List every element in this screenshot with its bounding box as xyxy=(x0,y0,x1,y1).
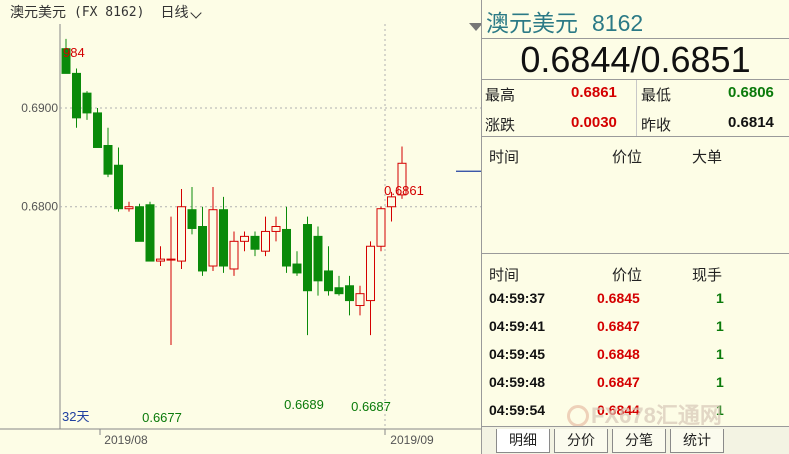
high-label: 最高 xyxy=(485,87,516,104)
x-tick-label: 2019/08 xyxy=(104,433,148,447)
tab-statistics[interactable]: 统计 xyxy=(670,429,724,453)
candle-body xyxy=(72,72,81,119)
chart-header: 澳元美元 (FX 8162) 日线 xyxy=(0,0,481,24)
quote-info-pane: 澳元美元 8162 0.6844/0.6851 最高 0.6861 最低 0.68… xyxy=(481,0,789,454)
candle-body xyxy=(376,208,386,247)
candle-body xyxy=(208,209,218,267)
candle-body xyxy=(387,196,396,208)
candle-body xyxy=(250,235,260,250)
y-tick-label: 0.6900 xyxy=(21,101,58,115)
candle-body xyxy=(156,258,165,262)
prev-close-label: 昨收 xyxy=(641,117,672,134)
low-annotation: 0.6687 xyxy=(351,399,391,414)
trade-time: 04:59:45 xyxy=(489,346,546,362)
high-value: 0.6861 xyxy=(571,84,617,101)
quote-name: 澳元美元 xyxy=(486,10,578,36)
section-divider xyxy=(482,253,789,254)
candle-body xyxy=(303,224,312,292)
trade-time: 04:59:37 xyxy=(489,290,546,306)
candle-body xyxy=(324,270,333,292)
candle-body xyxy=(261,230,270,252)
big-order-header-size: 大单 xyxy=(692,149,723,166)
chart-symbol-code: (FX 8162) xyxy=(74,4,145,20)
trade-time: 04:59:48 xyxy=(489,374,546,390)
tab-price-distribution[interactable]: 分价 xyxy=(554,429,608,453)
quote-title: 澳元美元 8162 xyxy=(486,4,643,38)
trade-header-volume: 现手 xyxy=(692,267,723,284)
big-order-header-time: 时间 xyxy=(489,149,520,166)
trade-row[interactable]: 04:59:45 0.6848 1 xyxy=(482,346,789,374)
candle-body xyxy=(240,235,249,242)
trade-header-price: 价位 xyxy=(612,267,643,284)
candle-body xyxy=(124,206,134,210)
trade-price: 0.6847 xyxy=(597,318,640,334)
candle-body xyxy=(229,240,239,270)
high-annotation: 984 xyxy=(63,45,85,60)
period-label: 日线 xyxy=(160,4,189,20)
candle-body xyxy=(166,258,176,261)
trade-row[interactable]: 04:59:37 0.6845 1 xyxy=(482,290,789,318)
tab-tick-trades[interactable]: 分笔 xyxy=(612,429,666,453)
candlestick-chart-pane[interactable]: 0.6900 0.6800 2019/08 2019/09 984 0.6677 0.668… xyxy=(0,0,483,454)
trade-volume: 1 xyxy=(716,318,724,334)
candle-body xyxy=(114,164,123,210)
chevron-down-icon xyxy=(190,7,203,19)
x-tick-label: 2019/09 xyxy=(390,433,434,447)
high-annotation: 0.6861 xyxy=(384,183,424,198)
trade-header-time: 时间 xyxy=(489,267,520,284)
tab-details[interactable]: 明细 xyxy=(496,429,550,453)
trade-volume: 1 xyxy=(716,402,724,418)
candle-body xyxy=(82,92,92,114)
candle-body xyxy=(271,226,281,232)
quote-code: 8162 xyxy=(592,10,644,36)
candle-body xyxy=(313,235,323,282)
bid-ask-price: 0.6844/0.6851 xyxy=(482,38,789,80)
forex-quote-window: 0.6900 0.6800 2019/08 2019/09 984 0.6677 0.668… xyxy=(0,0,789,454)
big-order-header-price: 价位 xyxy=(612,149,643,166)
period-selector[interactable]: 日线 xyxy=(160,2,203,22)
trade-time: 04:59:41 xyxy=(489,318,546,334)
low-label: 最低 xyxy=(641,87,672,104)
change-label: 涨跌 xyxy=(485,117,516,134)
days-count-label: 32天 xyxy=(62,409,89,424)
low-annotation: 0.6689 xyxy=(284,397,324,412)
detail-tab-bar: 明细 分价 分笔 统计 xyxy=(482,426,789,454)
candle-body xyxy=(282,228,291,267)
candle-body xyxy=(187,209,197,229)
low-value: 0.6806 xyxy=(728,84,774,101)
trade-volume: 1 xyxy=(716,374,724,390)
candle-body xyxy=(93,112,102,148)
stat-divider xyxy=(636,80,637,136)
trade-volume: 1 xyxy=(716,346,724,362)
trade-price: 0.6845 xyxy=(597,290,640,306)
trade-price: 0.6848 xyxy=(597,346,640,362)
trade-price: 0.6844 xyxy=(597,402,640,418)
trade-row[interactable]: 04:59:48 0.6847 1 xyxy=(482,374,789,402)
candle-body xyxy=(366,245,375,302)
low-annotation: 0.6677 xyxy=(142,410,182,425)
candle-body xyxy=(345,285,354,302)
y-tick-label: 0.6800 xyxy=(21,200,58,214)
candle-body xyxy=(135,206,144,242)
candle-body xyxy=(355,293,365,307)
candle-body xyxy=(177,206,186,262)
candle-body xyxy=(334,287,344,295)
trade-row[interactable]: 04:59:41 0.6847 1 xyxy=(482,318,789,346)
trade-time: 04:59:54 xyxy=(489,402,546,418)
candle-body xyxy=(145,204,155,262)
candle-body xyxy=(198,226,207,272)
candle-body xyxy=(292,263,302,274)
trade-volume: 1 xyxy=(716,290,724,306)
candle-body xyxy=(219,209,228,267)
section-divider xyxy=(482,136,789,137)
trade-price: 0.6847 xyxy=(597,374,640,390)
change-value: 0.0030 xyxy=(571,114,617,131)
candle-body xyxy=(103,145,113,175)
chart-symbol-name: 澳元美元 xyxy=(10,4,66,20)
candlestick-chart[interactable]: 0.6900 0.6800 2019/08 2019/09 984 0.6677 0.668… xyxy=(0,0,481,454)
prev-close-value: 0.6814 xyxy=(728,114,774,131)
